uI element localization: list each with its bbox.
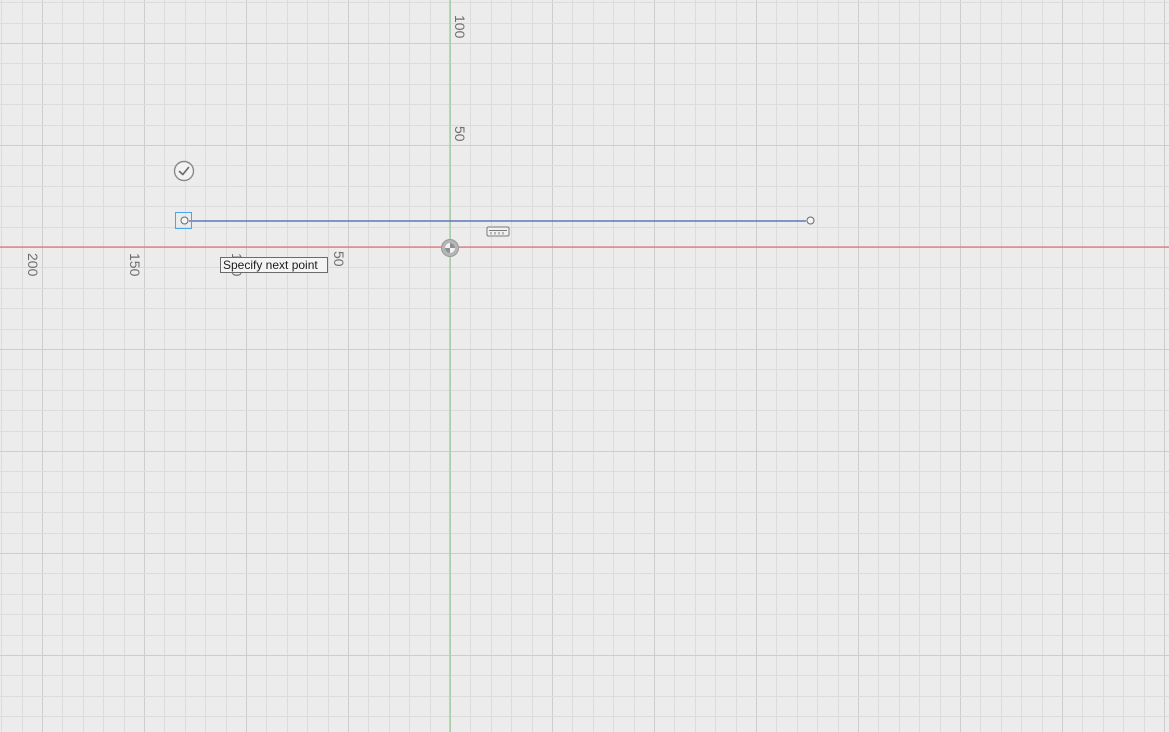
endpoint-circle-icon [806, 216, 815, 225]
sketch-line-layer [180, 216, 806, 225]
finish-check-button[interactable] [173, 160, 195, 182]
horizontal-constraint-icon [486, 226, 510, 237]
prompt-tooltip: Specify next point [220, 257, 328, 273]
sketch-canvas[interactable]: 200 150 100 50 100 50 [0, 0, 1169, 732]
origin-point[interactable] [440, 238, 460, 258]
origin-icon [441, 239, 459, 257]
horizontal-constraint-glyph[interactable] [486, 226, 510, 238]
check-circle-icon [173, 160, 195, 182]
start-point-selection[interactable] [175, 212, 192, 229]
end-point-handle[interactable] [806, 216, 815, 225]
